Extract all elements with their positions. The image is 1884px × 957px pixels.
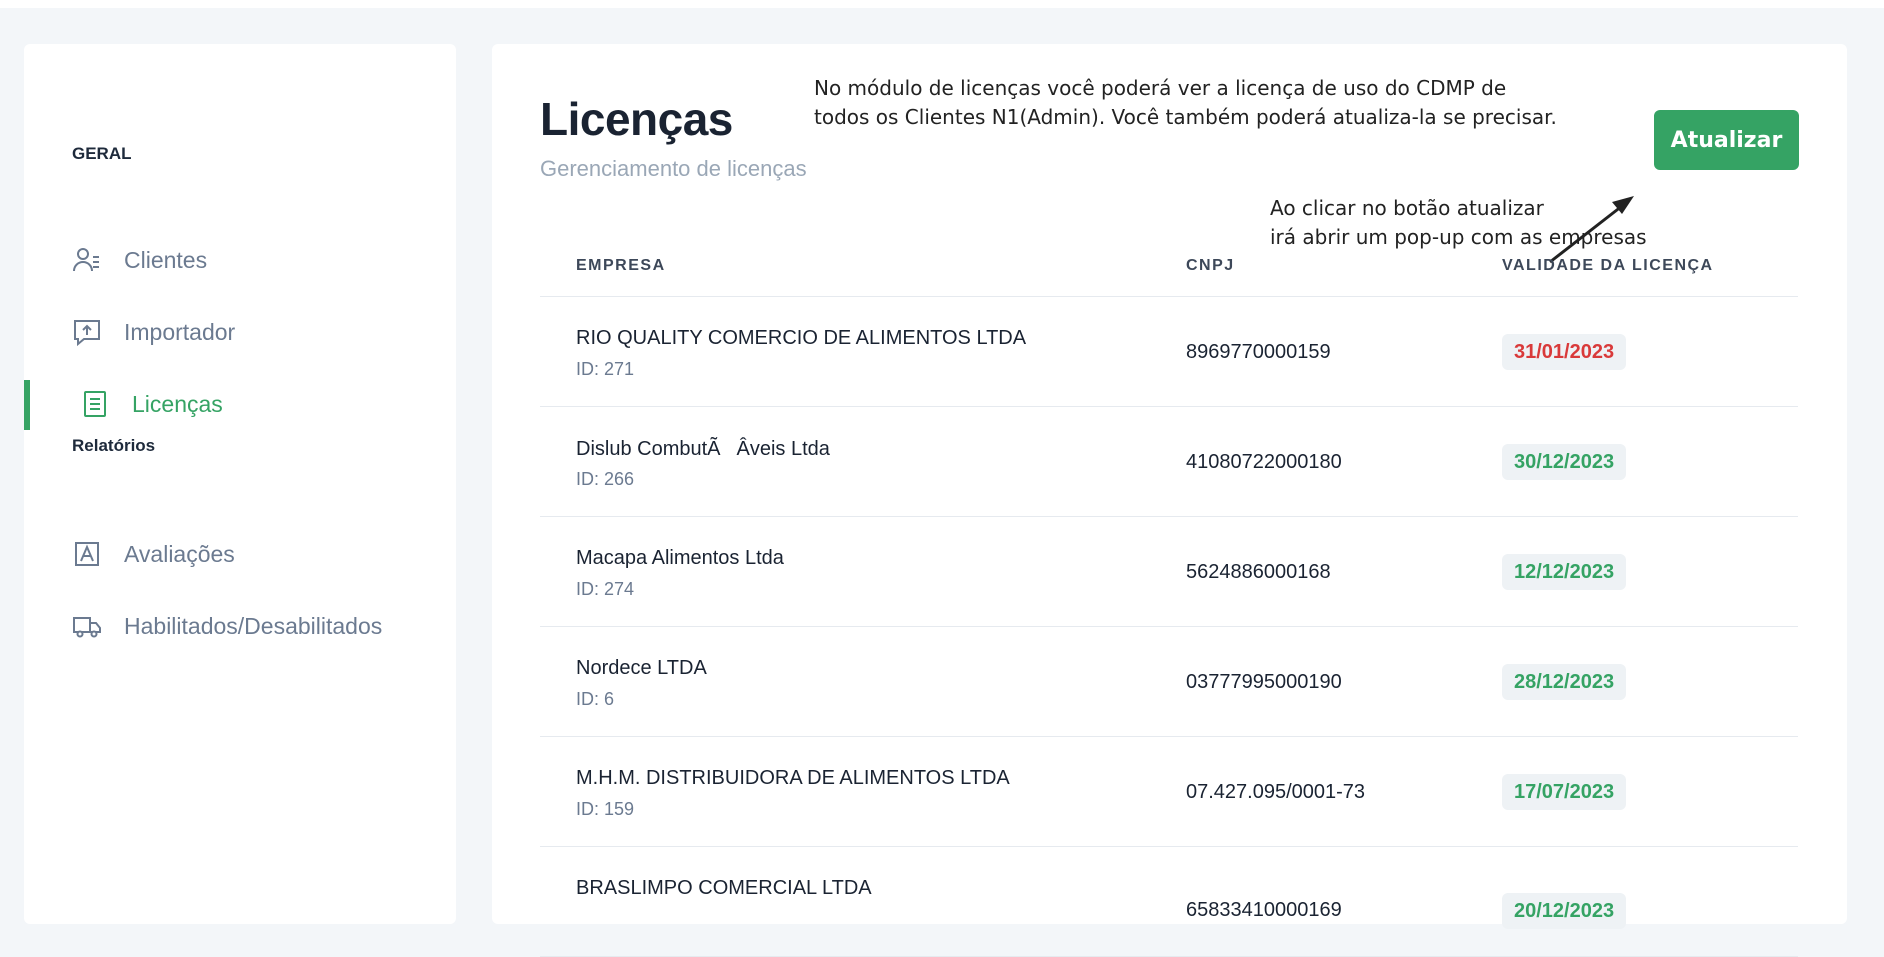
annotation-module-description: No módulo de licenças você poderá ver a …	[814, 74, 1557, 132]
sidebar-item-licencas[interactable]: Licenças	[80, 378, 440, 430]
company-name: M.H.M. DISTRIBUIDORA DE ALIMENTOS LTDA	[576, 767, 1010, 789]
company-id: ID: 6	[576, 689, 615, 709]
column-header-empresa: EMPRESA	[576, 257, 666, 274]
users-list-icon	[72, 245, 102, 275]
truck-icon	[72, 611, 102, 641]
top-bar	[0, 0, 1884, 8]
company-cnpj: 65833410000169	[1186, 899, 1342, 921]
license-validity-badge: 30/12/2023	[1502, 444, 1627, 480]
sidebar-section-reports: Relatórios	[72, 436, 156, 455]
company-cnpj: 8969770000159	[1186, 341, 1331, 363]
annotation-line: No módulo de licenças você poderá ver a …	[814, 76, 1507, 100]
company-name: RIO QUALITY COMERCIO DE ALIMENTOS LTDA	[576, 327, 1027, 349]
license-validity-badge: 17/07/2023	[1502, 774, 1627, 810]
company-id: ID: 159	[576, 799, 635, 819]
company-id: ID: 274	[576, 579, 635, 599]
sidebar-section-general: GERAL	[72, 144, 132, 163]
table-row[interactable]: M.H.M. DISTRIBUIDORA DE ALIMENTOS LTDA ID…	[540, 737, 1798, 847]
company-cnpj: 07.427.095/0001-73	[1186, 781, 1366, 803]
column-header-cnpj: CNPJ	[1186, 257, 1235, 274]
company-name: Macapa Alimentos Ltda	[576, 547, 784, 569]
page-subtitle: Gerenciamento de licenças	[540, 156, 807, 181]
sidebar-item-label: Importador	[124, 318, 236, 345]
annotation-update-hint: Ao clicar no botão atualizar irá abrir u…	[1270, 194, 1647, 252]
license-validity-badge: 12/12/2023	[1502, 554, 1627, 590]
sidebar-item-importador[interactable]: Importador	[72, 306, 432, 358]
sidebar-item-clientes[interactable]: Clientes	[72, 234, 432, 286]
sidebar: GERAL Clientes Importador Licenças Relat…	[24, 44, 456, 924]
sidebar-item-avaliacoes[interactable]: Avaliações	[72, 528, 432, 580]
page-title: Licenças	[540, 93, 733, 145]
table-row[interactable]: BRASLIMPO COMERCIAL LTDA 65833410000169 20…	[540, 847, 1798, 957]
company-id: ID: 266	[576, 469, 635, 489]
sidebar-item-label: Licenças	[132, 390, 223, 417]
sidebar-item-label: Clientes	[124, 246, 208, 273]
company-name: Nordece LTDA	[576, 657, 707, 679]
main-panel: Licenças Gerenciamento de licenças No mó…	[492, 44, 1847, 957]
annotation-line: Ao clicar no botão atualizar	[1270, 196, 1544, 220]
company-cnpj: 03777995000190	[1186, 671, 1342, 693]
license-validity-badge: 20/12/2023	[1502, 893, 1627, 929]
company-name: Dislub CombutÃÂveis Ltda	[576, 438, 830, 460]
annotation-line: todos os Clientes N1(Admin). Você também…	[814, 105, 1557, 129]
letter-a-icon	[72, 539, 102, 569]
upload-message-icon	[72, 317, 102, 347]
sidebar-item-label: Habilitados/Desabilitados	[124, 612, 383, 639]
update-button[interactable]: Atualizar	[1654, 110, 1799, 170]
table-row[interactable]: Nordece LTDA ID: 6 03777995000190 28/12/202…	[540, 627, 1798, 737]
table-row[interactable]: Dislub CombutÃÂveis Ltda ID: 266 41080722…	[540, 407, 1798, 517]
table-row[interactable]: RIO QUALITY COMERCIO DE ALIMENTOS LTDA ID…	[540, 297, 1798, 407]
active-indicator	[24, 380, 30, 430]
table-row[interactable]: Macapa Alimentos Ltda ID: 274 562488600016…	[540, 517, 1798, 627]
column-header-validade: VALIDADE DA LICENÇA	[1502, 257, 1714, 274]
company-cnpj: 5624886000168	[1186, 561, 1331, 583]
document-list-icon	[80, 389, 110, 419]
license-validity-badge: 31/01/2023	[1502, 334, 1627, 370]
company-id: ID: 271	[576, 359, 635, 379]
company-name: BRASLIMPO COMERCIAL LTDA	[576, 877, 872, 899]
license-validity-badge: 28/12/2023	[1502, 664, 1627, 700]
company-cnpj: 41080722000180	[1186, 451, 1342, 473]
annotation-line: irá abrir um pop-up com as empresas	[1270, 225, 1647, 249]
sidebar-item-label: Avaliações	[124, 540, 235, 567]
sidebar-item-habilitados[interactable]: Habilitados/Desabilitados	[72, 600, 432, 652]
